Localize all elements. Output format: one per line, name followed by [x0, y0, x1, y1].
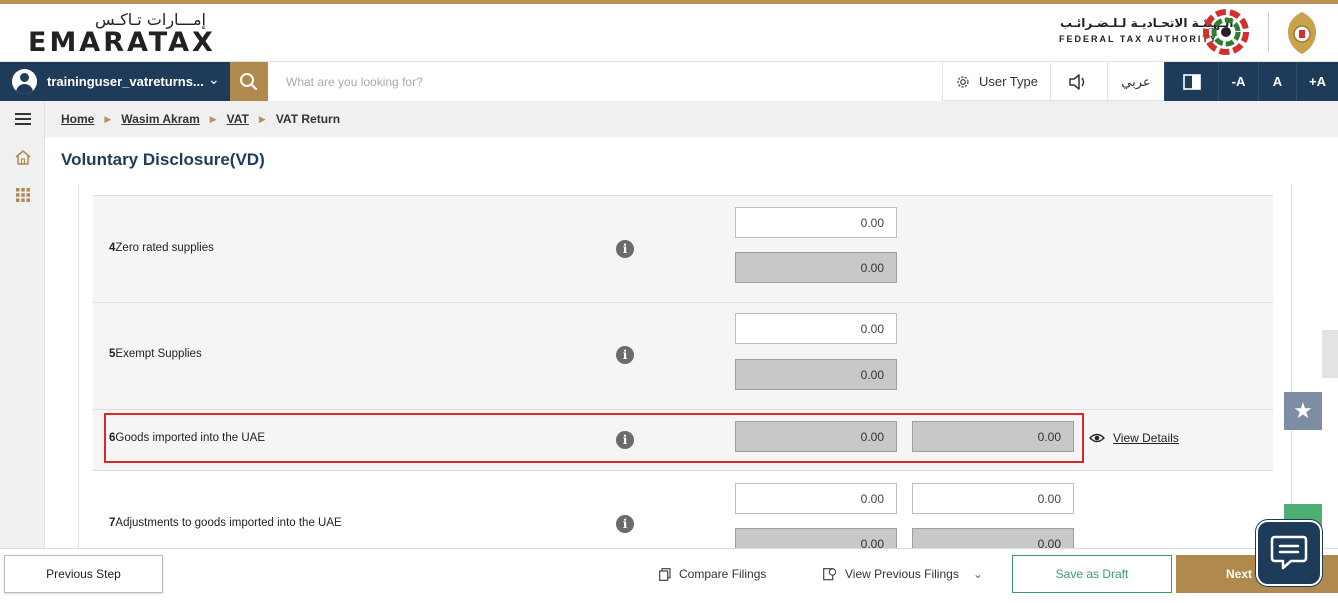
user-avatar-icon [12, 69, 37, 94]
breadcrumb-current: VAT Return [275, 112, 341, 126]
header-divider [1268, 12, 1269, 52]
user-name: traininguser_vatreturns... [47, 74, 204, 89]
fta-name-english: FEDERAL TAX AUTHORITY [1059, 34, 1218, 44]
user-menu[interactable]: traininguser_vatreturns... ⌄ [0, 62, 230, 101]
table-row: 5Exempt Supplies i [93, 303, 1273, 410]
user-type-label: User Type [978, 74, 1038, 89]
amount-field[interactable] [735, 207, 897, 238]
save-as-draft-button[interactable]: Save as Draft [1012, 555, 1172, 593]
eye-icon [1089, 433, 1105, 443]
font-decrease-button[interactable]: -A [1218, 62, 1258, 101]
search-input[interactable] [268, 62, 942, 101]
table-row: 4Zero rated supplies i [93, 195, 1273, 303]
view-details-link[interactable]: View Details [1089, 431, 1179, 445]
fta-logo-icon [1203, 9, 1249, 55]
info-icon[interactable]: i [616, 346, 634, 364]
highlight-box [104, 413, 1084, 463]
home-nav-button[interactable] [0, 139, 45, 175]
font-normal-button[interactable]: A [1258, 62, 1296, 101]
row-label: 7Adjustments to goods imported into the … [109, 517, 342, 529]
amount-readonly-field [735, 359, 897, 390]
language-toggle[interactable]: عربي [1107, 62, 1164, 101]
search-icon [240, 73, 258, 91]
amount-readonly-field [735, 252, 897, 283]
home-icon [15, 149, 30, 165]
breadcrumb-home[interactable]: Home [61, 112, 94, 126]
amount-field[interactable] [735, 313, 897, 344]
emaratax-logo[interactable]: EMARATAX [28, 27, 216, 58]
scrollbar-thumb[interactable] [1322, 330, 1338, 378]
font-increase-button[interactable]: +A [1296, 62, 1338, 101]
side-rail [0, 101, 45, 548]
row-label: 4Zero rated supplies [109, 242, 214, 254]
site-header: إمـــارات تـاكـس EMARATAX الـهيئـة الاتح… [0, 4, 1338, 61]
apps-nav-button[interactable] [0, 177, 45, 213]
copy-icon [659, 567, 671, 581]
compare-filings-button[interactable]: Compare Filings [659, 567, 766, 581]
breadcrumb-taxpayer[interactable]: Wasim Akram [121, 112, 199, 126]
view-details-label: View Details [1113, 431, 1179, 445]
chat-icon [1270, 535, 1308, 570]
chat-support-button[interactable] [1256, 520, 1322, 586]
menu-toggle-button[interactable] [0, 101, 45, 137]
contrast-icon [1182, 73, 1201, 90]
row-text: Adjustments to goods imported into the U… [115, 517, 342, 529]
breadcrumb: Home ▶ Wasim Akram ▶ VAT ▶ VAT Return [45, 101, 1338, 137]
info-icon[interactable]: i [616, 515, 634, 533]
previous-step-button[interactable]: Previous Step [4, 555, 163, 593]
favorite-button[interactable]: ★ [1284, 392, 1322, 430]
hamburger-icon [14, 113, 31, 125]
amount-field[interactable] [735, 483, 897, 514]
table-row: 7Adjustments to goods imported into the … [93, 471, 1273, 559]
top-navigation-bar: traininguser_vatreturns... ⌄ User Type ع… [0, 61, 1338, 101]
contrast-toggle-button[interactable] [1164, 62, 1218, 101]
uae-emblem-icon [1288, 12, 1316, 54]
user-type-button[interactable]: User Type [942, 62, 1050, 101]
chevron-down-icon: ⌄ [208, 71, 220, 87]
row-text: Zero rated supplies [115, 242, 214, 254]
breadcrumb-separator-icon: ▶ [209, 113, 217, 124]
search-button[interactable] [230, 62, 268, 101]
star-icon: ★ [1293, 398, 1313, 423]
gear-icon [957, 75, 969, 88]
breadcrumb-vat[interactable]: VAT [227, 112, 249, 126]
row-text: Exempt Supplies [115, 348, 202, 360]
info-icon[interactable]: i [616, 240, 634, 258]
row-label: 5Exempt Supplies [109, 348, 202, 360]
vat-field[interactable] [912, 483, 1074, 514]
compare-filings-label: Compare Filings [679, 567, 767, 581]
grid-icon [15, 188, 30, 202]
chevron-down-icon: ⌄ [972, 567, 983, 581]
footer-action-bar: Previous Step Compare Filings View Previ… [0, 548, 1338, 603]
view-previous-filings-label: View Previous Filings [845, 567, 959, 581]
page-title: Voluntary Disclosure(VD) [61, 150, 265, 169]
breadcrumb-separator-icon: ▶ [104, 113, 112, 124]
history-icon [823, 567, 837, 580]
speaker-icon [1069, 73, 1085, 90]
breadcrumb-separator-icon: ▶ [258, 113, 266, 124]
view-previous-filings-dropdown[interactable]: View Previous Filings ⌄ [823, 567, 983, 581]
speaker-button[interactable] [1050, 62, 1107, 101]
